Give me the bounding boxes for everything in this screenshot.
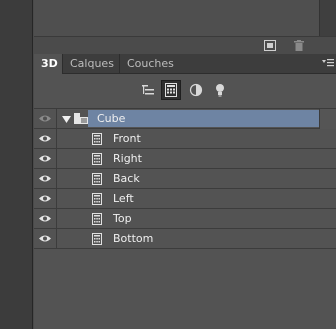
left-tool-strip [0, 0, 33, 329]
tree-row-right[interactable]: Right [34, 149, 336, 169]
visibility-toggle[interactable] [34, 229, 57, 248]
panel-tabbar: 3D Calques Couches [34, 54, 336, 74]
tree-item-label: Bottom [113, 232, 154, 245]
tree-item-label: Top [113, 212, 132, 225]
tree-row-cube[interactable]: Cube [34, 109, 336, 129]
tree-item-label: Right [113, 152, 142, 165]
new-item-icon[interactable] [263, 39, 277, 51]
tree-row-left[interactable]: Left [34, 189, 336, 209]
visibility-toggle[interactable] [34, 129, 57, 148]
eye-icon [39, 175, 51, 182]
tree-item-label: Front [113, 132, 141, 145]
visibility-toggle[interactable] [34, 109, 57, 128]
expand-triangle-icon[interactable] [62, 114, 71, 127]
3d-filter-toolbar [34, 74, 336, 109]
tree-row-bottom[interactable]: Bottom [34, 229, 336, 249]
light-icon[interactable] [210, 80, 230, 100]
mesh-icon [92, 213, 102, 225]
mesh-icon [92, 133, 102, 145]
mesh-icon [92, 173, 102, 185]
trash-icon[interactable] [292, 39, 306, 51]
eye-icon [39, 135, 51, 142]
visibility-toggle[interactable] [34, 169, 57, 188]
visibility-toggle[interactable] [34, 189, 57, 208]
panel-menu-icon[interactable] [322, 57, 334, 69]
tree-row-back[interactable]: Back [34, 169, 336, 189]
mesh-icon [92, 153, 102, 165]
tree-row-front[interactable]: Front [34, 129, 336, 149]
eye-icon [39, 195, 51, 202]
eye-icon [39, 155, 51, 162]
tab-couches[interactable]: Couches [120, 54, 182, 73]
visibility-toggle[interactable] [34, 209, 57, 228]
tab-calques[interactable]: Calques [63, 54, 120, 73]
mesh-icon [92, 193, 102, 205]
tree-item-label: Left [113, 192, 134, 205]
mesh-icon [92, 233, 102, 245]
eye-icon [39, 215, 51, 222]
visibility-toggle[interactable] [34, 149, 57, 168]
scene-folder-icon [74, 113, 88, 128]
eye-icon [39, 115, 51, 122]
tree-scrollbar[interactable] [319, 109, 336, 129]
3d-layer-tree: Cube Front Right Back Left Top Bottom [34, 109, 336, 249]
3d-panel: 3D Calques Couches Cube Front Right Back… [34, 54, 336, 329]
tree-item-label: Back [113, 172, 140, 185]
tree-item-label: Cube [97, 112, 126, 125]
upper-panel-footer [34, 36, 336, 55]
mesh-icon[interactable] [161, 80, 181, 100]
upper-panel-scrollbar[interactable] [319, 0, 336, 36]
tree-row-top[interactable]: Top [34, 209, 336, 229]
tab-3d[interactable]: 3D [34, 54, 63, 74]
scene-icon[interactable] [138, 80, 158, 100]
upper-panel [34, 0, 336, 55]
material-icon[interactable] [186, 80, 206, 100]
eye-icon [39, 235, 51, 242]
